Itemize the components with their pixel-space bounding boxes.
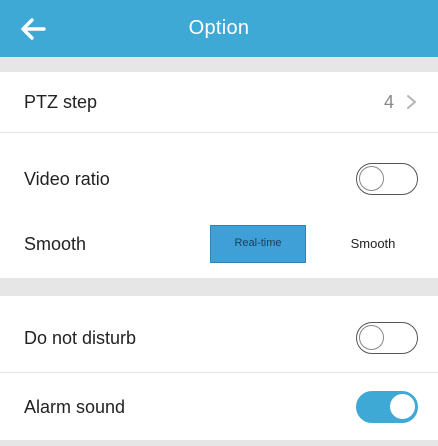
video-ratio-row: Video ratio <box>0 149 438 209</box>
toggle-knob <box>359 166 384 191</box>
chevron-right-icon <box>407 95 416 109</box>
ptz-step-label: PTZ step <box>24 92 98 112</box>
section-divider <box>0 278 438 296</box>
smooth-option-button[interactable]: Smooth <box>323 225 423 263</box>
row-divider <box>0 372 438 373</box>
ptz-step-row[interactable]: PTZ step 4 <box>0 72 438 132</box>
do-not-disturb-label: Do not disturb <box>24 328 137 348</box>
do-not-disturb-toggle[interactable] <box>356 322 418 354</box>
smooth-label: Smooth <box>24 234 87 254</box>
video-ratio-toggle[interactable] <box>356 163 418 195</box>
section-divider <box>0 440 438 446</box>
row-divider <box>0 132 438 133</box>
ptz-step-value: 4 <box>383 92 394 112</box>
realtime-option-button[interactable]: Real-time <box>210 225 306 263</box>
page-title: Option <box>188 17 250 39</box>
toggle-knob <box>359 325 384 350</box>
video-ratio-label: Video ratio <box>24 169 110 189</box>
app-header: Option <box>0 0 438 57</box>
alarm-sound-row: Alarm sound <box>0 377 438 437</box>
alarm-sound-label: Alarm sound <box>24 397 126 417</box>
alarm-sound-toggle[interactable] <box>356 391 418 423</box>
section-divider <box>0 57 438 72</box>
toggle-knob <box>390 394 415 419</box>
smooth-row: Smooth Real-time Smooth <box>0 214 438 274</box>
do-not-disturb-row: Do not disturb <box>0 308 438 368</box>
